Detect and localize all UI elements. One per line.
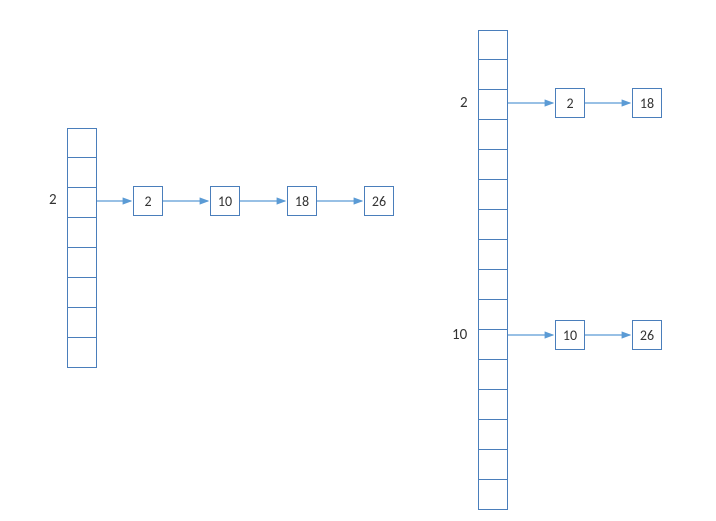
list-item: 26 [364,186,394,216]
table-row [478,240,508,270]
list-item: 18 [632,88,662,118]
table-row [67,308,97,338]
table-row [478,480,508,510]
table-row [67,248,97,278]
arrow-layer [0,0,716,521]
list-item: 2 [133,186,163,216]
right-hash-table [478,30,508,510]
left-hash-table [67,128,97,368]
right-bucket-label-2: 2 [460,94,468,112]
table-row [478,270,508,300]
table-row [478,390,508,420]
table-row [67,218,97,248]
table-row [67,128,97,158]
table-row [478,420,508,450]
table-row [478,150,508,180]
table-row [478,300,508,330]
table-row [478,180,508,210]
list-item: 18 [287,186,317,216]
table-row [67,338,97,368]
table-row [67,188,97,218]
left-bucket-label-2: 2 [49,191,57,209]
list-item: 10 [210,186,240,216]
list-item: 26 [632,320,662,350]
table-row [478,450,508,480]
table-row [67,158,97,188]
list-item: 2 [555,88,585,118]
table-row [478,210,508,240]
table-row [478,30,508,60]
hash-table-diagram: 2 2 10 18 26 2 10 2 18 10 26 [0,0,716,521]
list-item: 10 [555,320,585,350]
right-bucket-label-10: 10 [452,326,467,344]
table-row [478,330,508,360]
table-row [67,278,97,308]
table-row [478,60,508,90]
table-row [478,360,508,390]
table-row [478,120,508,150]
table-row [478,90,508,120]
